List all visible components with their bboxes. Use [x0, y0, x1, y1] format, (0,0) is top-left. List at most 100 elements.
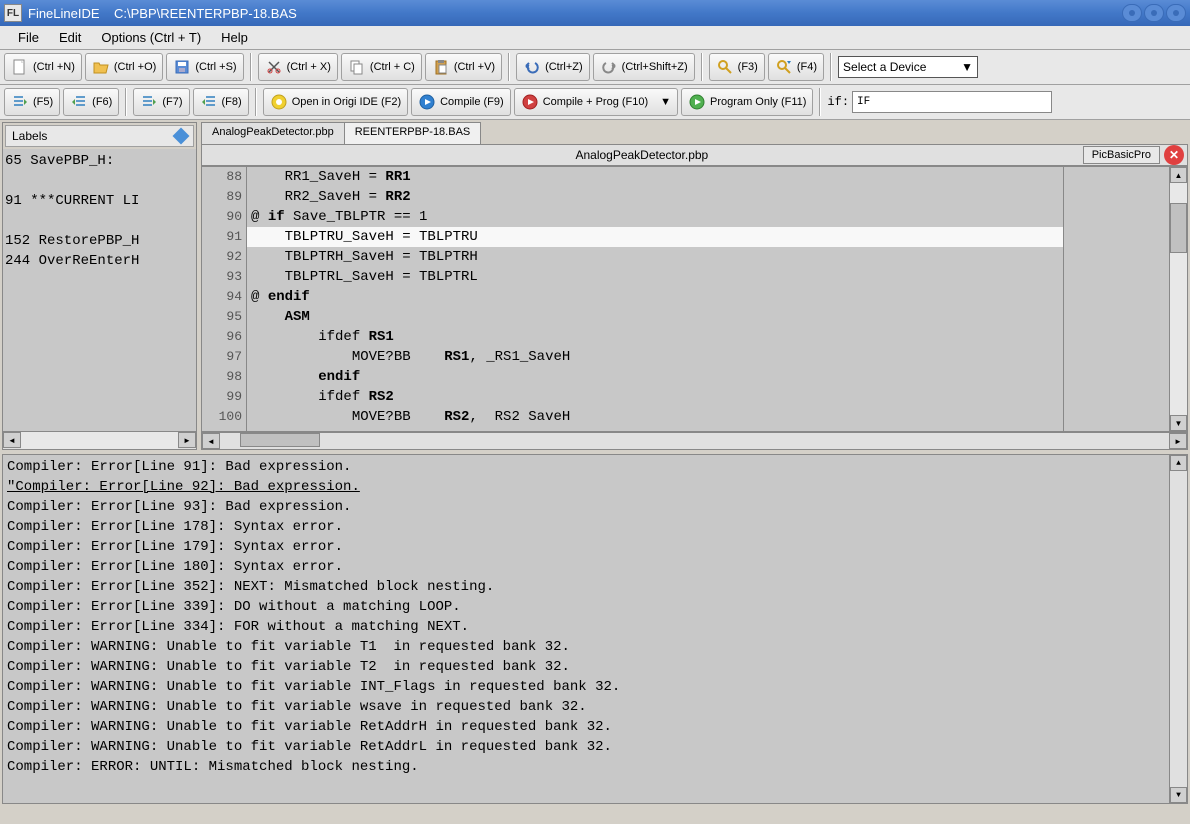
labels-list-item[interactable] [5, 211, 194, 231]
code-line[interactable]: ifdef RS2 [247, 387, 1063, 407]
labels-list-item[interactable]: 91 ***CURRENT LI [5, 191, 194, 211]
chevron-down-icon: ▼ [961, 60, 973, 74]
output-line: Compiler: Error[Line 339]: DO without a … [7, 597, 1183, 617]
f5-button[interactable]: (F5) [4, 88, 60, 116]
paste-button[interactable]: (Ctrl +V) [425, 53, 502, 81]
play-red-icon [521, 93, 539, 111]
line-gutter: 888990919293949596979899100 [202, 167, 247, 431]
scroll-right-icon[interactable]: ► [1169, 433, 1187, 449]
code-line[interactable]: ASM [247, 307, 1063, 327]
indent-icon [11, 93, 29, 111]
maximize-button[interactable] [1144, 4, 1164, 22]
floppy-icon [173, 58, 191, 76]
new-button[interactable]: (Ctrl +N) [4, 53, 82, 81]
magnifier-icon [716, 58, 734, 76]
labels-hscroll[interactable]: ◄ ► [3, 431, 196, 449]
menu-options[interactable]: Options (Ctrl + T) [91, 27, 211, 48]
output-line: Compiler: WARNING: Unable to fit variabl… [7, 737, 1183, 757]
output-line: Compiler: Error[Line 179]: Syntax error. [7, 537, 1183, 557]
find-next-button[interactable]: (F4) [768, 53, 824, 81]
code-line[interactable]: RR1_SaveH = RR1 [247, 167, 1063, 187]
code-line[interactable]: TBLPTRL_SaveH = TBLPTRL [247, 267, 1063, 287]
compile-button[interactable]: Compile (F9) [411, 88, 511, 116]
code-area[interactable]: 888990919293949596979899100 RR1_SaveH = … [201, 166, 1188, 432]
scroll-up-icon[interactable]: ▲ [1170, 167, 1187, 183]
f7-button[interactable]: (F7) [133, 88, 189, 116]
copy-icon [348, 58, 366, 76]
outdent-icon [70, 93, 88, 111]
labels-list[interactable]: 65 SavePBP_H: 91 ***CURRENT LI 152 Resto… [3, 149, 196, 431]
menu-bar: File Edit Options (Ctrl + T) Help [0, 26, 1190, 50]
compiler-output[interactable]: Compiler: Error[Line 91]: Bad expression… [2, 454, 1188, 804]
labels-list-item[interactable]: 152 RestorePBP_H [5, 231, 194, 251]
scroll-right-icon[interactable]: ► [178, 432, 196, 448]
line-number: 88 [202, 167, 242, 187]
code-line[interactable]: RR2_SaveH = RR2 [247, 187, 1063, 207]
redo-icon [600, 58, 618, 76]
editor-hscroll[interactable]: ◄ ► [201, 432, 1188, 450]
chevron-down-icon: ▼ [660, 96, 671, 108]
cut-button[interactable]: (Ctrl + X) [258, 53, 338, 81]
editor-vscroll[interactable]: ▲ ▼ [1169, 167, 1187, 431]
program-only-button[interactable]: Program Only (F11) [681, 88, 813, 116]
labels-panel: Labels 65 SavePBP_H: 91 ***CURRENT LI 15… [2, 122, 197, 450]
menu-file[interactable]: File [8, 27, 49, 48]
labels-title: Labels [12, 129, 47, 143]
code-line[interactable]: endif [247, 367, 1063, 387]
copy-button[interactable]: (Ctrl + C) [341, 53, 422, 81]
close-button[interactable] [1166, 4, 1186, 22]
line-number: 96 [202, 327, 242, 347]
menu-edit[interactable]: Edit [49, 27, 91, 48]
editor-file-title: AnalogPeakDetector.pbp [202, 148, 1082, 162]
play-green-icon [688, 93, 706, 111]
code-line[interactable]: MOVE?BB RS1, _RS1_SaveH [247, 347, 1063, 367]
undo-button[interactable]: (Ctrl+Z) [516, 53, 590, 81]
open-origi-button[interactable]: Open in Origi IDE (F2) [263, 88, 408, 116]
labels-header[interactable]: Labels [5, 125, 194, 147]
scroll-up-icon[interactable]: ▲ [1170, 455, 1187, 471]
if-label: if: [827, 95, 849, 109]
redo-button[interactable]: (Ctrl+Shift+Z) [593, 53, 695, 81]
diamond-icon [173, 128, 190, 145]
open-button[interactable]: (Ctrl +O) [85, 53, 163, 81]
scroll-down-icon[interactable]: ▼ [1170, 787, 1187, 803]
code-content[interactable]: RR1_SaveH = RR1 RR2_SaveH = RR2@ if Save… [247, 167, 1063, 431]
editor-close-button[interactable]: ✕ [1164, 145, 1184, 165]
labels-list-item[interactable] [5, 171, 194, 191]
output-vscroll[interactable]: ▲ ▼ [1169, 455, 1187, 803]
editor-panel: AnalogPeakDetector.pbpREENTERPBP-18.BAS … [201, 122, 1188, 450]
new-file-icon [11, 58, 29, 76]
code-line[interactable]: MOVE?BB RS2, RS2 SaveH [247, 407, 1063, 427]
output-line: Compiler: Error[Line 93]: Bad expression… [7, 497, 1183, 517]
code-line[interactable]: TBLPTRU_SaveH = TBLPTRU [247, 227, 1063, 247]
minimize-button[interactable] [1122, 4, 1142, 22]
menu-help[interactable]: Help [211, 27, 258, 48]
scroll-left-icon[interactable]: ◄ [3, 432, 21, 448]
line-number: 100 [202, 407, 242, 427]
code-line[interactable]: ifdef RS1 [247, 327, 1063, 347]
editor-tab[interactable]: REENTERPBP-18.BAS [344, 122, 482, 144]
folder-open-icon [92, 58, 110, 76]
labels-list-item[interactable]: 65 SavePBP_H: [5, 151, 194, 171]
line-number: 97 [202, 347, 242, 367]
find-button[interactable]: (F3) [709, 53, 765, 81]
output-line: Compiler: WARNING: Unable to fit variabl… [7, 677, 1183, 697]
compile-prog-button[interactable]: Compile + Prog (F10) ▼ [514, 88, 678, 116]
f6-button[interactable]: (F6) [63, 88, 119, 116]
editor-tab[interactable]: AnalogPeakDetector.pbp [201, 122, 345, 144]
f8-button[interactable]: (F8) [193, 88, 249, 116]
code-line[interactable]: @ endif [247, 287, 1063, 307]
labels-list-item[interactable]: 244 OverReEnterH [5, 251, 194, 271]
title-bar: FL FineLineIDE C:\PBP\REENTERPBP-18.BAS [0, 0, 1190, 26]
scroll-down-icon[interactable]: ▼ [1170, 415, 1187, 431]
line-number: 94 [202, 287, 242, 307]
save-button[interactable]: (Ctrl +S) [166, 53, 243, 81]
device-select[interactable]: Select a Device ▼ [838, 56, 978, 78]
output-line: Compiler: Error[Line 178]: Syntax error. [7, 517, 1183, 537]
code-line[interactable]: TBLPTRH_SaveH = TBLPTRH [247, 247, 1063, 267]
code-line[interactable]: @ if Save_TBLPTR == 1 [247, 207, 1063, 227]
editor-tabs: AnalogPeakDetector.pbpREENTERPBP-18.BAS [201, 122, 1188, 144]
scroll-left-icon[interactable]: ◄ [202, 433, 220, 449]
if-input[interactable] [852, 91, 1052, 113]
editor-header: AnalogPeakDetector.pbp PicBasicPro ✕ [201, 144, 1188, 166]
